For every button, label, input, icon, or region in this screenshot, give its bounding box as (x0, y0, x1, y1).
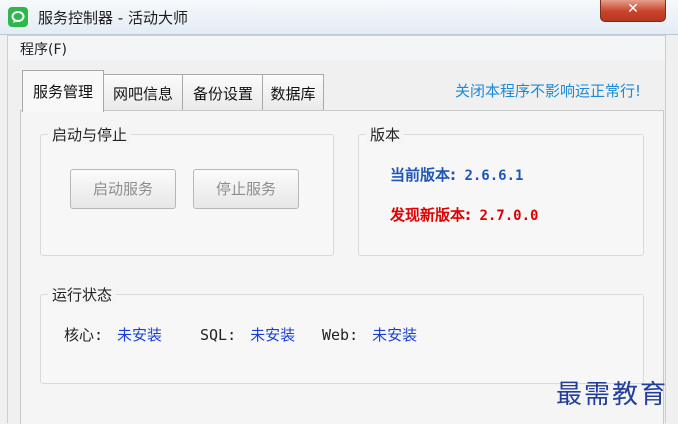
tab-service-management[interactable]: 服务管理 (22, 70, 104, 112)
menu-bar: 程序(F) (7, 35, 666, 60)
current-version-value: 2.6.6.1 (464, 168, 524, 184)
new-version-value: 2.7.0.0 (479, 208, 539, 224)
notice-text: 关闭本程序不影响运正常行! (455, 82, 642, 100)
app-icon (8, 7, 28, 27)
version-title: 版本 (366, 124, 405, 145)
tab-database[interactable]: 数据库 (262, 74, 324, 111)
close-button[interactable]: ✕ (600, 0, 666, 22)
new-version-label: 发现新版本: (390, 206, 471, 224)
title-bar[interactable]: 服务控制器 - 活动大师 (0, 0, 678, 35)
current-version-label: 当前版本: (390, 166, 456, 184)
status-core-label: 核心: (64, 326, 104, 344)
status-sql: SQL: 未安装 (200, 324, 295, 345)
status-core: 核心: 未安装 (64, 324, 162, 345)
status-sql-label: SQL: (200, 326, 237, 344)
current-version: 当前版本: 2.6.6.1 (390, 164, 523, 185)
status-web-value: 未安装 (372, 326, 418, 344)
start-stop-title: 启动与停止 (48, 124, 132, 145)
new-version: 发现新版本: 2.7.0.0 (390, 204, 538, 225)
stop-service-button[interactable]: 停止服务 (193, 169, 299, 209)
status-sql-value: 未安装 (250, 326, 296, 344)
tab-netcafe-info[interactable]: 网吧信息 (102, 74, 184, 111)
watermark: 最需教育 (556, 380, 669, 410)
start-service-button[interactable]: 启动服务 (70, 169, 176, 209)
version-group (358, 134, 644, 256)
window-title: 服务控制器 - 活动大师 (38, 9, 188, 27)
status-core-value: 未安装 (117, 326, 163, 344)
status-title: 运行状态 (48, 284, 117, 305)
status-web: Web: 未安装 (322, 324, 417, 345)
tab-backup-settings[interactable]: 备份设置 (182, 74, 264, 111)
menu-program[interactable]: 程序(F) (20, 39, 67, 59)
status-web-label: Web: (322, 326, 359, 344)
